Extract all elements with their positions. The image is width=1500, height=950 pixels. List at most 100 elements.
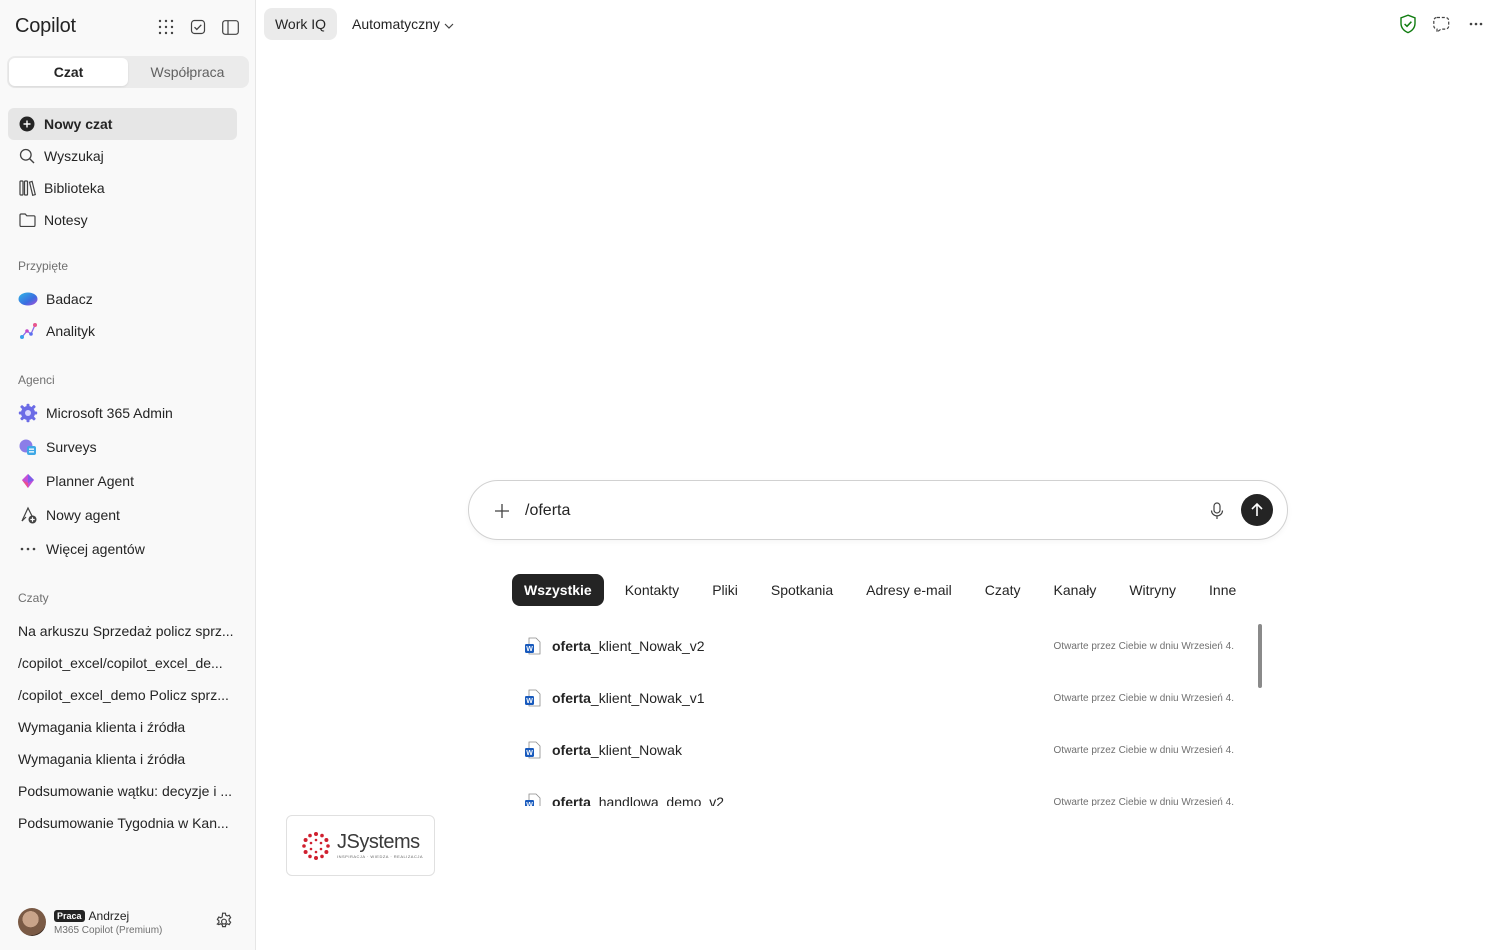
file-suggestion-item[interactable]: W oferta_handlowa_demo_v2 Otwarte przez …	[512, 776, 1237, 806]
filter-chats[interactable]: Czaty	[973, 574, 1033, 606]
file-name-match: oferta	[552, 742, 591, 758]
filter-files[interactable]: Pliki	[700, 574, 750, 606]
agent-item-m365-admin[interactable]: Microsoft 365 Admin	[8, 396, 240, 430]
library-icon	[18, 179, 36, 197]
pinned-item-analyst[interactable]: Analityk	[8, 315, 240, 347]
notebooks-button[interactable]: Notesy	[8, 204, 237, 236]
chat-mode-switch: Czat Współpraca	[7, 56, 249, 88]
file-suggestion-item[interactable]: W oferta_klient_Nowak Otwarte przez Cieb…	[512, 724, 1237, 776]
pinned-item-researcher[interactable]: Badacz	[8, 283, 240, 315]
pinned-section-label: Przypięte	[18, 259, 69, 273]
apps-grid-icon[interactable]	[156, 17, 176, 37]
app-title: Copilot	[15, 15, 76, 37]
arrow-up-icon	[1251, 502, 1263, 516]
chat-history-item[interactable]: Podsumowanie wątku: decyzje i ...	[8, 775, 240, 807]
file-name: oferta_klient_Nowak	[552, 742, 682, 758]
file-name-rest: _klient_Nowak_v2	[590, 638, 705, 654]
shield-check-icon[interactable]	[1398, 14, 1418, 34]
file-suggestion-item[interactable]: W oferta_klient_Nowak_v2 Otwarte przez C…	[512, 620, 1237, 672]
filter-all[interactable]: Wszystkie	[512, 574, 604, 606]
svg-text:W: W	[526, 646, 533, 653]
chat-history-item[interactable]: Wymagania klienta i źródła	[8, 743, 240, 775]
more-agents-label: Więcej agentów	[46, 541, 145, 557]
agent-label-m365-admin: Microsoft 365 Admin	[46, 405, 173, 421]
search-label: Wyszukaj	[44, 148, 104, 164]
library-button[interactable]: Biblioteka	[8, 172, 237, 204]
send-button[interactable]	[1241, 494, 1273, 526]
agent-item-planner[interactable]: Planner Agent	[8, 464, 240, 498]
word-file-icon: W	[524, 637, 542, 655]
admin-gear-icon	[18, 403, 38, 423]
work-iq-button[interactable]: Work IQ	[264, 8, 337, 40]
results-scrollbar[interactable]	[1258, 624, 1262, 688]
file-opened-meta: Otwarte przez Ciebie w dniu Wrzesień 4.	[1053, 692, 1234, 704]
new-chat-button[interactable]: Nowy czat	[8, 108, 237, 140]
file-name-rest: _handlowa_demo_v2	[590, 794, 725, 806]
filter-emails[interactable]: Adresy e-mail	[854, 574, 964, 606]
pinned-label-analyst: Analityk	[46, 323, 96, 339]
avatar	[18, 908, 46, 936]
file-name-rest: _klient_Nowak	[590, 742, 682, 758]
jsystems-logo-card: JSystems INSPIRACJA · WIEDZA · REALIZACJ…	[286, 815, 435, 876]
user-name: Andrzej	[88, 908, 130, 923]
account-badge: Praca	[54, 909, 85, 922]
chat-history-item[interactable]: /copilot_excel/copilot_excel_de...	[8, 647, 240, 679]
new-agent-label: Nowy agent	[46, 507, 120, 523]
more-options-icon[interactable]	[1466, 14, 1486, 34]
file-suggestion-item[interactable]: W oferta_klient_Nowak_v1 Otwarte przez C…	[512, 672, 1237, 724]
add-attachment-icon[interactable]	[491, 500, 513, 522]
chat-history-item[interactable]: Wymagania klienta i źródła	[8, 711, 240, 743]
filter-channels[interactable]: Kanały	[1042, 574, 1109, 606]
microphone-icon[interactable]	[1206, 500, 1228, 522]
search-button[interactable]: Wyszukaj	[8, 140, 237, 172]
tab-chat[interactable]: Czat	[9, 58, 128, 86]
more-icon	[18, 539, 38, 559]
file-name: oferta_klient_Nowak_v2	[552, 638, 705, 654]
researcher-icon	[18, 289, 38, 309]
message-input[interactable]	[525, 500, 1145, 522]
user-profile[interactable]: Praca Andrzej M365 Copilot (Premium)	[18, 905, 248, 939]
file-name-match: oferta	[552, 638, 591, 654]
chat-history-item[interactable]: Podsumowanie Tygodnia w Kan...	[8, 807, 240, 839]
filter-other[interactable]: Inne	[1197, 574, 1248, 606]
pinned-list: Badacz Analityk	[8, 283, 240, 347]
mode-dropdown[interactable]: Automatyczny	[352, 8, 454, 40]
filter-meetings[interactable]: Spotkania	[759, 574, 845, 606]
word-file-icon: W	[524, 793, 542, 806]
tab-collaboration[interactable]: Współpraca	[128, 58, 247, 86]
chat-history-item[interactable]: /copilot_excel_demo Policz sprz...	[8, 679, 240, 711]
share-chat-icon[interactable]	[1432, 14, 1452, 34]
user-name-row: Praca Andrzej	[54, 909, 162, 923]
file-name: oferta_handlowa_demo_v2	[552, 794, 724, 806]
new-agent-button[interactable]: Nowy agent	[8, 498, 240, 532]
file-name-match: oferta	[552, 690, 591, 706]
svg-text:W: W	[526, 802, 533, 806]
folder-icon	[18, 211, 36, 229]
surveys-icon	[18, 437, 38, 457]
jsystems-wordmark: JSystems	[337, 831, 420, 853]
filter-sites[interactable]: Witryny	[1117, 574, 1188, 606]
chat-history-list: Na arkuszu Sprzedaż policz sprz... /copi…	[8, 615, 240, 839]
new-chat-label: Nowy czat	[44, 116, 113, 132]
mode-label: Automatyczny	[352, 16, 440, 32]
settings-gear-icon[interactable]	[214, 911, 234, 931]
file-suggestions-list: W oferta_klient_Nowak_v2 Otwarte przez C…	[512, 620, 1268, 806]
file-name-match: oferta	[552, 794, 591, 806]
agent-label-planner: Planner Agent	[46, 473, 134, 489]
sidebar: Copilot Czat Współpraca Nowy czat Wyszuk…	[0, 0, 256, 950]
chat-history-item[interactable]: Na arkuszu Sprzedaż policz sprz...	[8, 615, 240, 647]
filter-contacts[interactable]: Kontakty	[613, 574, 691, 606]
search-icon	[18, 147, 36, 165]
file-opened-meta: Otwarte przez Ciebie w dniu Wrzesień 4.	[1053, 796, 1234, 807]
agents-list: Microsoft 365 Admin Surveys Planner Agen…	[8, 396, 240, 566]
tasks-icon[interactable]	[188, 17, 208, 37]
svg-text:W: W	[526, 750, 533, 757]
sidebar-toggle-icon[interactable]	[220, 17, 240, 37]
agent-item-surveys[interactable]: Surveys	[8, 430, 240, 464]
new-agent-icon	[18, 505, 38, 525]
top-right-actions	[1398, 14, 1486, 34]
plus-circle-icon	[18, 115, 36, 133]
more-agents-button[interactable]: Więcej agentów	[8, 532, 240, 566]
file-opened-meta: Otwarte przez Ciebie w dniu Wrzesień 4.	[1053, 640, 1234, 652]
sidebar-top-icons	[156, 17, 240, 37]
